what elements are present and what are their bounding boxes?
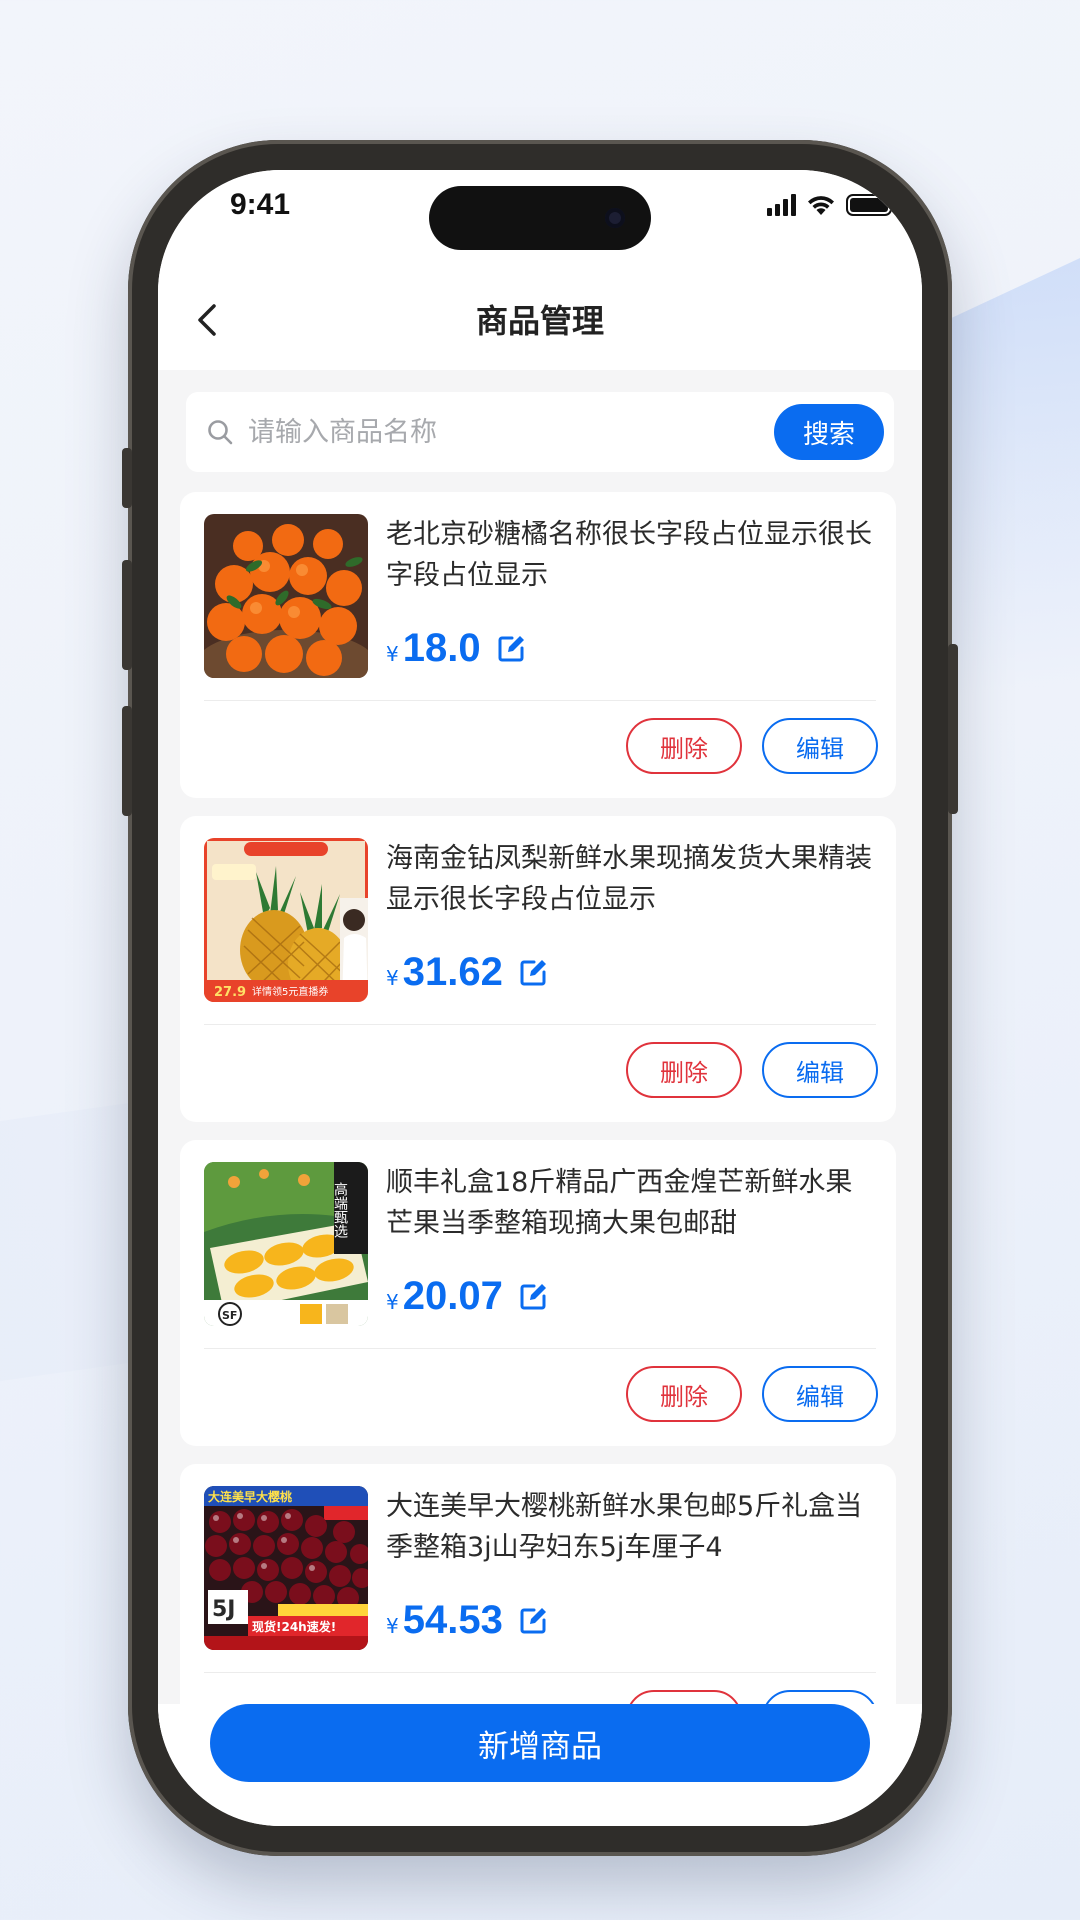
image-banner-text: 现货!24h速发! — [252, 1619, 336, 1634]
card-divider — [204, 1348, 876, 1349]
phone-side-button — [122, 448, 132, 508]
card-divider — [204, 1024, 876, 1025]
search-input[interactable] — [248, 402, 774, 462]
image-logo-text: SF — [222, 1309, 237, 1322]
edit-price-icon[interactable] — [517, 1281, 549, 1313]
product-price: 20.07 — [402, 1274, 503, 1318]
product-name: 老北京砂糖橘名称很长字段占位显示很长字段占位显示 — [386, 519, 872, 591]
search-button[interactable]: 搜索 — [774, 404, 884, 460]
product-price-row: ¥ 54.53 — [386, 1598, 549, 1643]
product-price-row: ¥ 20.07 — [386, 1274, 549, 1319]
phone-screen: 9:41 商品管理 搜索 — [158, 170, 922, 1826]
product-price-row: ¥ 31.62 — [386, 950, 549, 995]
image-top-text: 大连美早大樱桃 — [208, 1489, 292, 1504]
image-badge-text: 27.9 — [214, 985, 246, 1000]
product-price-row: ¥ 18.0 — [386, 626, 527, 671]
bottom-action-bar: 新增商品 — [158, 1704, 922, 1826]
edit-button[interactable]: 编辑 — [762, 1366, 878, 1422]
wifi-icon — [808, 196, 834, 215]
currency-symbol: ¥ — [386, 966, 399, 990]
phone-side-button — [122, 706, 132, 816]
image-size-text: 5J — [212, 1597, 236, 1622]
battery-icon — [846, 194, 896, 216]
image-ribbon-text: 详情领5元直播券 — [252, 985, 328, 998]
currency-symbol: ¥ — [386, 642, 399, 666]
product-image-mandarin-oranges — [204, 514, 368, 678]
page-title: 商品管理 — [475, 302, 604, 340]
status-time: 9:41 — [230, 188, 291, 221]
product-card: 27.9 详情领5元直播券 海南金钻凤梨新鲜水果现摘发货大果精装显示很长字段占位… — [180, 816, 896, 1122]
currency-symbol: ¥ — [386, 1614, 399, 1638]
nav-bar: 商品管理 — [158, 270, 922, 370]
phone-side-button — [122, 560, 132, 670]
product-name: 顺丰礼盒18斤精品广西金煌芒新鲜水果芒果当季整箱现摘大果包邮甜 — [386, 1167, 853, 1239]
edit-button[interactable]: 编辑 — [762, 718, 878, 774]
product-name: 海南金钻凤梨新鲜水果现摘发货大果精装显示很长字段占位显示 — [386, 843, 872, 915]
product-image-mangoes: 高端甄选 SF — [204, 1162, 368, 1326]
product-card: 老北京砂糖橘名称很长字段占位显示很长字段占位显示 ¥ 18.0 删除 编辑 — [180, 492, 896, 798]
dynamic-island — [429, 186, 651, 250]
delete-button[interactable]: 删除 — [626, 1042, 742, 1098]
delete-button[interactable]: 删除 — [626, 718, 742, 774]
product-price: 31.62 — [402, 950, 503, 994]
search-icon — [208, 420, 233, 445]
card-divider — [204, 700, 876, 701]
product-card: 高端甄选 SF 顺丰礼盒18斤精品广西金煌芒新鲜水果芒果当季整箱现摘大果包邮甜 … — [180, 1140, 896, 1446]
product-image-pineapples: 27.9 详情领5元直播券 — [204, 838, 368, 1002]
product-price: 18.0 — [402, 626, 481, 670]
search-bar: 搜索 — [186, 392, 894, 472]
image-side-text: 高端甄选 — [332, 1181, 348, 1239]
currency-symbol: ¥ — [386, 1290, 399, 1314]
camera-icon — [605, 208, 625, 228]
delete-button[interactable]: 删除 — [626, 1366, 742, 1422]
product-name: 大连美早大樱桃新鲜水果包邮5斤礼盒当季整箱3j山孕妇东5j车厘子4 — [386, 1491, 863, 1563]
status-bar: 9:41 — [158, 170, 922, 270]
card-divider — [204, 1672, 876, 1673]
phone-side-button — [948, 644, 958, 814]
product-card: 大连美早大樱桃 5J 现货!24h速发! 大连美早大樱桃新鲜水果包邮5斤礼盒当季… — [180, 1464, 896, 1736]
edit-price-icon[interactable] — [517, 1605, 549, 1637]
add-product-button[interactable]: 新增商品 — [210, 1704, 870, 1782]
cellular-signal-icon — [767, 194, 796, 216]
edit-price-icon[interactable] — [517, 957, 549, 989]
status-icons — [767, 192, 896, 218]
edit-price-icon[interactable] — [495, 633, 527, 665]
product-image-cherries: 大连美早大樱桃 5J 现货!24h速发! — [204, 1486, 368, 1650]
product-price: 54.53 — [402, 1598, 503, 1642]
product-list-area[interactable]: 搜索 — [158, 370, 922, 1736]
edit-button[interactable]: 编辑 — [762, 1042, 878, 1098]
